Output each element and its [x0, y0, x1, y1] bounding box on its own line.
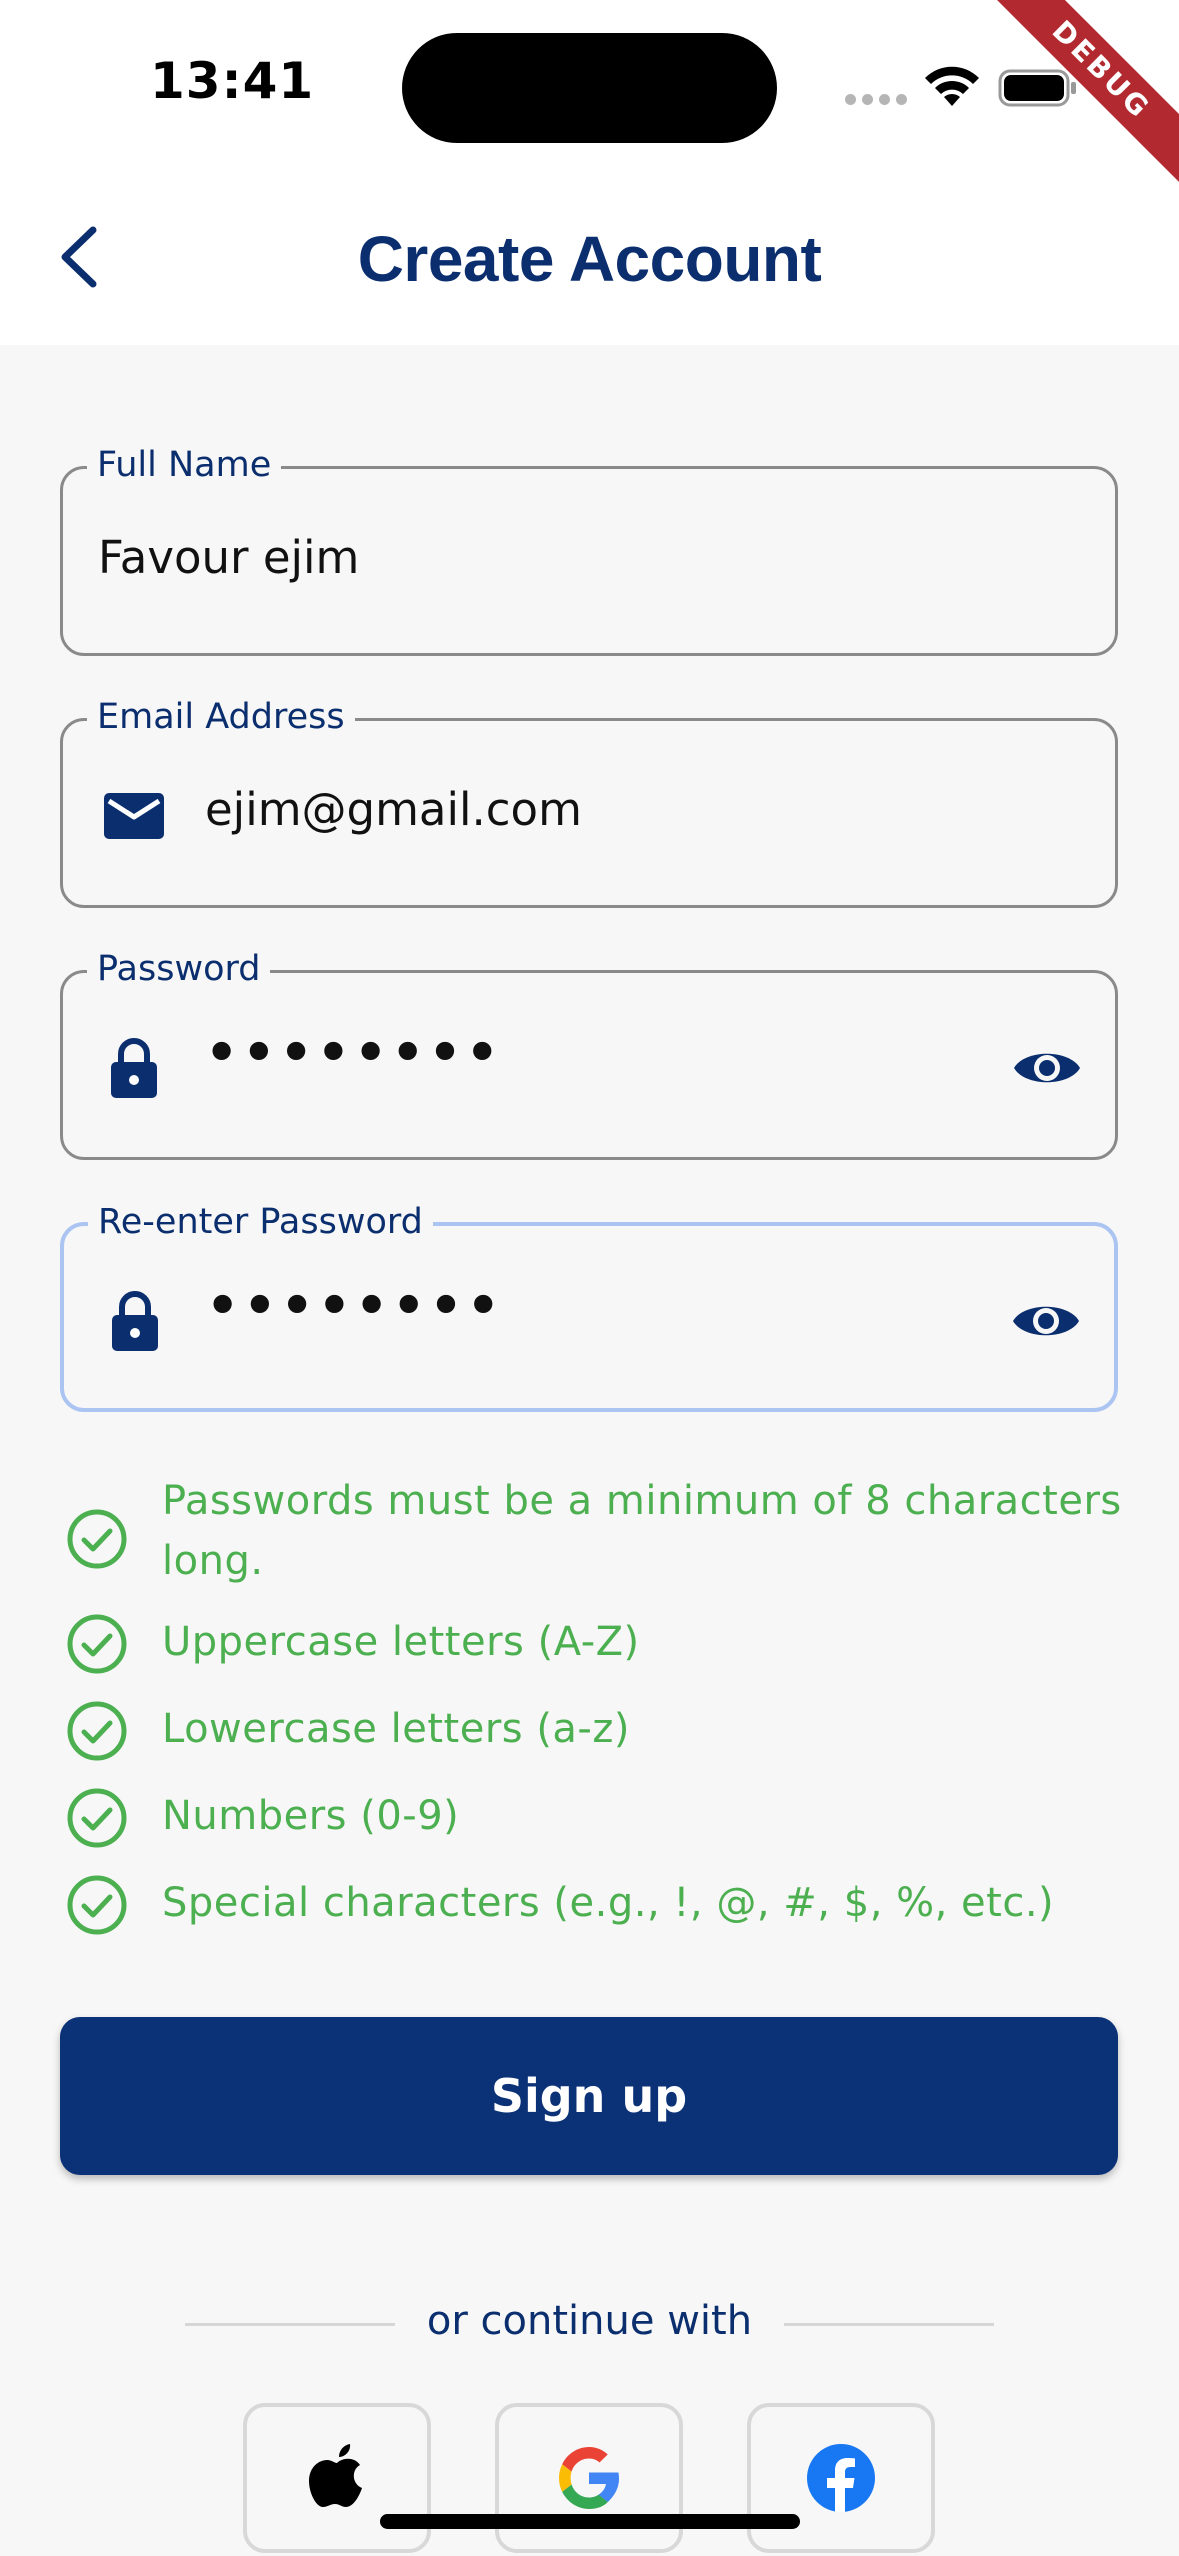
rule-text: Lowercase letters (a-z)	[162, 1706, 630, 1752]
check-circle-icon	[67, 1875, 127, 1935]
email-input[interactable]: ejim@gmail.com	[205, 783, 582, 836]
mail-icon	[104, 793, 164, 839]
or-continue-with-label: or continue with	[426, 2298, 753, 2344]
check-circle-icon	[67, 1701, 127, 1761]
check-circle-icon	[67, 1614, 127, 1674]
google-icon	[559, 2447, 619, 2509]
battery-icon	[998, 69, 1076, 107]
full-name-field[interactable]: Full Name Favour ejim	[60, 445, 1118, 656]
check-circle-icon	[67, 1509, 127, 1569]
check-circle-icon	[67, 1788, 127, 1848]
rule-text: Special characters (e.g., !, @, #, $, %,…	[162, 1880, 1055, 1926]
rule-text: Passwords must be a minimum of 8 charact…	[162, 1478, 1122, 1584]
password-label: Password	[87, 949, 271, 989]
home-indicator	[380, 2514, 800, 2529]
page-title: Create Account	[357, 223, 822, 295]
password-rule-min-length: Passwords must be a minimum of 8 charact…	[65, 1471, 1122, 1591]
password-rule-uppercase: Uppercase letters (A-Z)	[65, 1612, 1122, 1676]
eye-icon[interactable]	[1011, 1043, 1083, 1093]
confirm-password-input[interactable]: ••••••••	[206, 1276, 504, 1336]
cellular-signal-icon	[845, 94, 907, 105]
facebook-signin-button[interactable]	[747, 2403, 935, 2553]
full-name-input[interactable]: Favour ejim	[98, 531, 359, 584]
signup-button[interactable]: Sign up	[60, 2017, 1118, 2175]
password-rule-numbers: Numbers (0-9)	[65, 1786, 1122, 1850]
rule-text: Uppercase letters (A-Z)	[162, 1619, 640, 1665]
full-name-label: Full Name	[87, 445, 282, 485]
apple-signin-button[interactable]	[243, 2403, 431, 2553]
status-time: 13:41	[150, 52, 315, 110]
apple-icon	[309, 2444, 362, 2507]
rule-text: Numbers (0-9)	[162, 1793, 460, 1839]
lock-icon	[111, 1038, 157, 1098]
facebook-icon	[807, 2444, 875, 2512]
password-input[interactable]: ••••••••	[205, 1023, 503, 1083]
dynamic-island	[402, 33, 777, 143]
google-signin-button[interactable]	[495, 2403, 683, 2553]
email-label: Email Address	[87, 697, 355, 737]
confirm-password-field[interactable]: Re-enter Password ••••••••	[60, 1202, 1118, 1412]
email-field[interactable]: Email Address ejim@gmail.com	[60, 697, 1118, 908]
password-field[interactable]: Password ••••••••	[60, 949, 1118, 1160]
eye-icon[interactable]	[1010, 1296, 1082, 1346]
confirm-password-label: Re-enter Password	[88, 1202, 433, 1242]
divider-line-right	[784, 2323, 994, 2326]
lock-icon	[112, 1291, 158, 1351]
password-rule-lowercase: Lowercase letters (a-z)	[65, 1699, 1122, 1763]
password-rule-special: Special characters (e.g., !, @, #, $, %,…	[65, 1873, 1122, 1937]
wifi-icon	[925, 66, 979, 106]
